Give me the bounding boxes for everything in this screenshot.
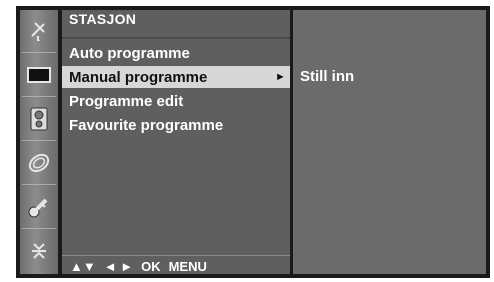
ok-key: OK — [141, 259, 161, 274]
menu-title: STASJON — [69, 11, 137, 27]
picture-icon[interactable] — [20, 56, 58, 94]
menu-item-programme-edit[interactable]: Programme edit — [62, 90, 290, 112]
menu-item-favourite-programme[interactable]: Favourite programme — [62, 114, 290, 136]
menu-item-label: Programme edit — [69, 92, 184, 110]
menu-item-auto-programme[interactable]: Auto programme — [62, 42, 290, 64]
rail-divider — [22, 140, 56, 141]
plug-icon[interactable] — [20, 232, 58, 270]
submenu-arrow-icon: ► — [275, 71, 286, 83]
up-down-keys: ▲▼ — [70, 259, 96, 274]
footer-divider — [62, 255, 290, 256]
menu-item-label: Manual programme — [69, 68, 208, 86]
menu-key: MENU — [168, 259, 207, 274]
title-divider — [62, 37, 290, 39]
submenu-panel — [293, 10, 486, 274]
clock-icon[interactable] — [20, 144, 58, 182]
menu-item-manual-programme[interactable]: Manual programme ► — [62, 66, 290, 88]
rail-divider — [22, 228, 56, 229]
rail-divider — [22, 52, 56, 53]
submenu-item-still-inn[interactable]: Still inn — [300, 68, 354, 85]
rail-divider — [22, 184, 56, 185]
osd-left-rail — [20, 10, 58, 274]
navigation-help: ▲▼ ◄ ► OK MENU — [70, 259, 207, 274]
key-icon[interactable] — [20, 188, 58, 226]
rail-divider — [22, 96, 56, 97]
menu-item-label: Favourite programme — [69, 116, 224, 134]
antenna-icon[interactable] — [20, 12, 58, 50]
left-right-keys: ◄ ► — [103, 259, 134, 274]
menu-item-label: Auto programme — [69, 44, 190, 62]
speaker-icon[interactable] — [20, 100, 58, 138]
